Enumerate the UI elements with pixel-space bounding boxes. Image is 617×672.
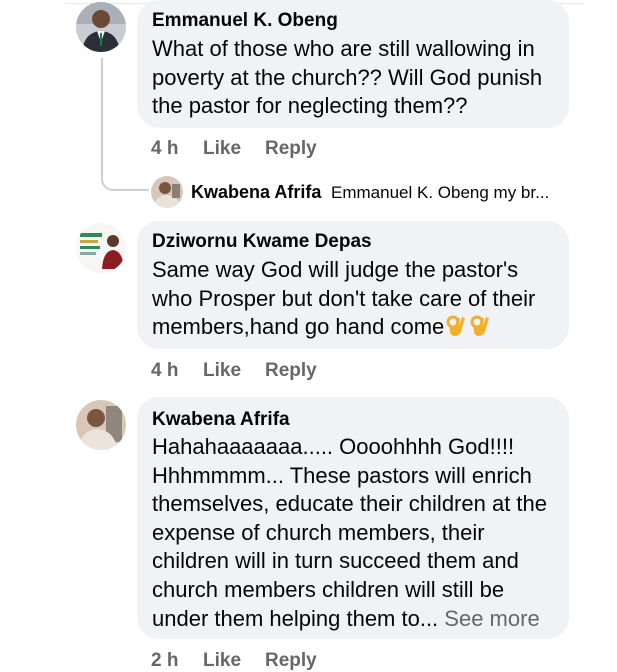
comment-timestamp[interactable]: 4 h	[151, 138, 178, 160]
avatar-photo-person-icon	[76, 400, 126, 450]
like-button[interactable]: Like	[203, 360, 241, 382]
comment-text: What of those who are still wallowing in…	[152, 36, 543, 119]
avatar[interactable]	[76, 223, 126, 273]
ok-hand-emoji-icon	[470, 315, 490, 337]
avatar[interactable]	[76, 2, 126, 52]
avatar-photo-man-suit-icon	[76, 2, 126, 52]
avatar-photo-person-icon	[151, 176, 183, 208]
like-button[interactable]: Like	[203, 138, 241, 160]
avatar[interactable]	[76, 400, 126, 450]
comment-author[interactable]: Kwabena Afrifa	[152, 409, 290, 431]
reply-avatar[interactable]	[151, 176, 183, 208]
reply-snippet[interactable]: Emmanuel K. Obeng my br...	[331, 183, 549, 203]
ok-hand-emoji-icon	[446, 315, 466, 337]
reply-thread-line	[101, 58, 149, 191]
comment-timestamp[interactable]: 4 h	[151, 360, 178, 382]
avatar-campaign-poster-icon	[76, 223, 126, 273]
comment-bubble: Dziwornu Kwame Depas Same way God will j…	[137, 221, 569, 349]
see-more-link[interactable]: See more	[444, 606, 539, 631]
like-button[interactable]: Like	[203, 650, 241, 672]
reply-button[interactable]: Reply	[265, 360, 317, 382]
comment-bubble: Kwabena Afrifa Hahahaaaaaaa..... Oooohhh…	[137, 397, 569, 639]
comment-bubble: Emmanuel K. Obeng What of those who are …	[137, 0, 569, 128]
comment-text: Hahahaaaaaaa..... Oooohhhh God!!!! Hhhmm…	[152, 434, 548, 631]
comment-text: Same way God will judge the pastor's who…	[152, 257, 536, 340]
reply-button[interactable]: Reply	[265, 138, 317, 160]
comment-timestamp[interactable]: 2 h	[151, 650, 178, 672]
comment-author[interactable]: Dziwornu Kwame Depas	[152, 231, 372, 253]
reply-author[interactable]: Kwabena Afrifa	[191, 182, 321, 203]
comment-author[interactable]: Emmanuel K. Obeng	[152, 10, 338, 32]
reply-button[interactable]: Reply	[265, 650, 317, 672]
